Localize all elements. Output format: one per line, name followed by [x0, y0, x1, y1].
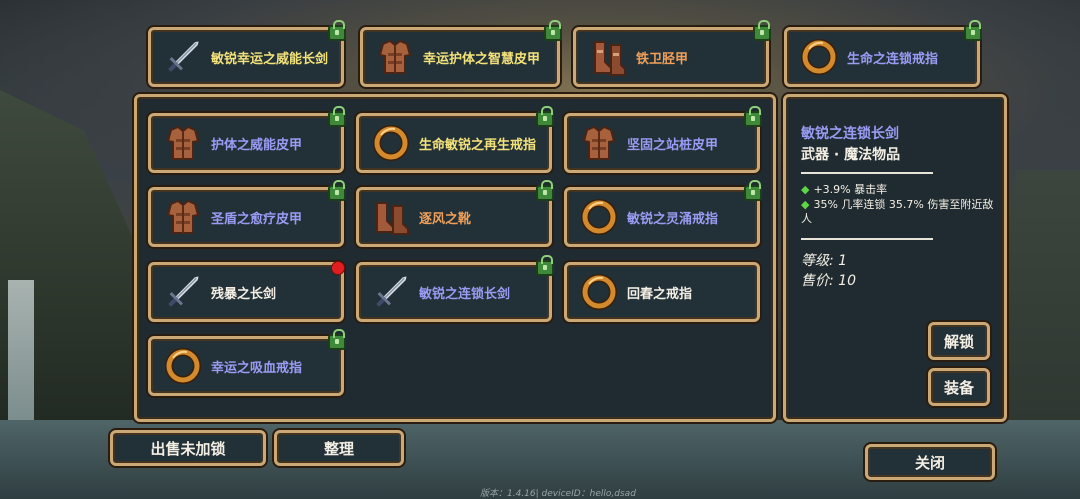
item-name: 护体之威能皮甲: [211, 137, 303, 153]
inventory-slot[interactable]: 坚固之站桩皮甲: [564, 106, 762, 173]
leather-armor-icon: [161, 195, 205, 239]
inventory-slot[interactable]: 幸运之吸血戒指: [148, 329, 346, 396]
ring-icon: [797, 35, 841, 79]
lock-icon: [536, 180, 554, 201]
item-name: 生命敏锐之再生戒指: [419, 137, 537, 153]
boots-icon: [369, 195, 413, 239]
diamond-icon: ◆: [801, 198, 810, 211]
inventory-slot[interactable]: 圣盾之愈疗皮甲: [148, 180, 346, 247]
lock-icon: [544, 20, 562, 41]
sword-icon: [161, 270, 205, 314]
ring-icon: [577, 195, 621, 239]
greaves-icon: [586, 35, 630, 79]
item-name: 幸运之吸血戒指: [211, 360, 303, 376]
detail-divider-bottom: [801, 238, 933, 240]
detail-stat-text: +3.9% 暴击率: [813, 183, 888, 196]
inventory-slot[interactable]: 逐风之靴: [356, 180, 554, 247]
item-name: 铁卫胫甲: [636, 51, 689, 67]
ring-icon: [577, 270, 621, 314]
detail-item-type: 武器 · 魔法物品: [801, 147, 901, 163]
new-item-dot: [331, 261, 345, 275]
detail-stat-text: 35% 几率连锁 35.7% 伤害至附近敌人: [801, 198, 994, 225]
equipped-slot[interactable]: 生命之连锁戒指: [784, 20, 982, 87]
equipped-slot[interactable]: 幸运护体之智慧皮甲: [360, 20, 562, 87]
leather-armor-icon: [577, 121, 621, 165]
item-name: 残暴之长剑: [211, 286, 277, 302]
inventory-slot[interactable]: 护体之威能皮甲: [148, 106, 346, 173]
equip-button[interactable]: 装备: [928, 368, 990, 406]
background-waterfall: [8, 280, 34, 430]
lock-icon: [328, 20, 346, 41]
detail-stat-crit: ◆ +3.9% 暴击率: [801, 183, 996, 197]
lock-icon: [964, 20, 982, 41]
diamond-icon: ◆: [801, 183, 810, 196]
item-name: 回春之戒指: [627, 286, 693, 302]
leather-armor-icon: [373, 35, 417, 79]
lock-icon: [744, 106, 762, 127]
inventory-slot[interactable]: 生命敏锐之再生戒指: [356, 106, 554, 173]
inventory-slot[interactable]: 敏锐之灵涌戒指: [564, 180, 762, 247]
ring-icon: [369, 121, 413, 165]
item-name: 逐风之靴: [419, 211, 472, 227]
leather-armor-icon: [161, 121, 205, 165]
item-name: 圣盾之愈疗皮甲: [211, 211, 303, 227]
sort-button[interactable]: 整理: [274, 430, 404, 466]
equipped-slot[interactable]: 铁卫胫甲: [573, 20, 771, 87]
sword-icon: [369, 270, 413, 314]
detail-divider-top: [801, 172, 933, 174]
unlock-button[interactable]: 解锁: [928, 322, 990, 360]
lock-icon: [328, 106, 346, 127]
lock-icon: [328, 180, 346, 201]
ring-icon: [161, 344, 205, 388]
inventory-slot[interactable]: 敏锐之连锁长剑: [356, 255, 554, 322]
item-name: 敏锐幸运之威能长剑: [211, 51, 329, 67]
equipped-slot[interactable]: 敏锐幸运之威能长剑: [148, 20, 346, 87]
item-name: 敏锐之灵涌戒指: [627, 211, 719, 227]
lock-icon: [744, 180, 762, 201]
lock-icon: [536, 255, 554, 276]
lock-icon: [753, 20, 771, 41]
sword-icon: [161, 35, 205, 79]
version-footer: 版本：1.4.16| deviceID：hello,dsad: [480, 489, 636, 499]
close-button[interactable]: 关闭: [865, 444, 995, 480]
detail-item-name: 敏锐之连锁长剑: [801, 126, 899, 142]
item-name: 生命之连锁戒指: [847, 51, 939, 67]
lock-icon: [536, 106, 554, 127]
detail-level: 等级: 1: [801, 253, 848, 269]
item-name: 敏锐之连锁长剑: [419, 286, 511, 302]
inventory-slot[interactable]: 残暴之长剑: [148, 261, 345, 322]
item-name: 幸运护体之智慧皮甲: [423, 51, 541, 67]
lock-icon: [328, 329, 346, 350]
item-name: 坚固之站桩皮甲: [627, 137, 719, 153]
detail-price: 售价: 10: [801, 273, 856, 289]
inventory-slot[interactable]: 回春之戒指: [564, 262, 760, 322]
sell-unlocked-button[interactable]: 出售未加锁: [110, 430, 266, 466]
detail-stat-chain: ◆ 35% 几率连锁 35.7% 伤害至附近敌人: [801, 198, 996, 226]
